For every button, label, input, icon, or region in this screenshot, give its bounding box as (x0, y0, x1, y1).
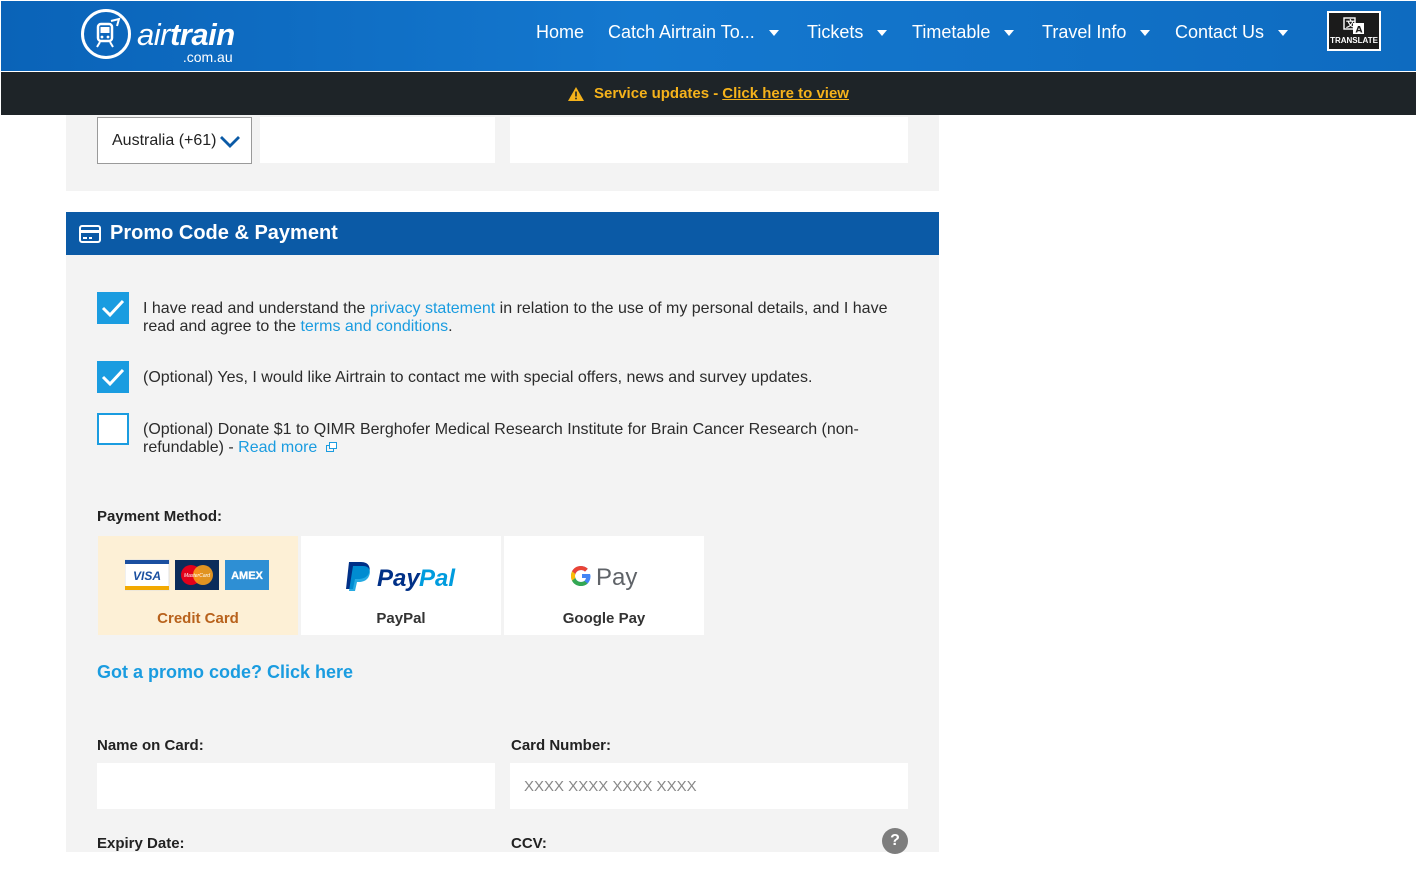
expiry-date-label: Expiry Date: (97, 835, 185, 852)
card-number-placeholder: XXXX XXXX XXXX XXXX (524, 777, 697, 795)
privacy-terms-checkbox[interactable] (97, 292, 129, 324)
terms-conditions-link[interactable]: terms and conditions (300, 318, 448, 335)
consent-text-after: . (448, 317, 453, 335)
nav-timetable-label: Timetable (912, 22, 991, 42)
nav-timetable[interactable]: Timetable (912, 22, 1015, 43)
payment-option-google-pay[interactable]: Pay Google Pay (504, 536, 704, 635)
translate-button[interactable]: 文 A TRANSLATE (1327, 11, 1381, 51)
translate-label: TRANSLATE (1330, 36, 1378, 45)
marketing-optin-checkbox[interactable] (97, 361, 129, 393)
checkmark-icon (101, 299, 125, 318)
donation-text: (Optional) Donate $1 to QIMR Berghofer M… (143, 421, 893, 456)
gpay-text: Pay (596, 564, 637, 591)
checkmark-icon (101, 368, 125, 387)
caret-down-icon (1004, 29, 1015, 36)
airtrain-logo[interactable]: airtrain .com.au (81, 6, 235, 64)
nav-contact-us-label: Contact Us (1175, 22, 1265, 42)
ccv-label: CCV: (511, 835, 547, 852)
section-title: Promo Code & Payment (110, 222, 338, 244)
caret-down-icon (1140, 29, 1151, 36)
phone-number-input[interactable] (260, 117, 495, 163)
service-alert-bar: Service updates - Click here to view (1, 72, 1416, 115)
marketing-optin-text: (Optional) Yes, I would like Airtrain to… (143, 369, 813, 386)
card-number-label: Card Number: (511, 737, 612, 754)
nav-catch-airtrain-label: Catch Airtrain To... (608, 22, 755, 42)
ccv-help-icon[interactable]: ? (882, 828, 908, 854)
privacy-terms-text: I have read and understand the privacy s… (143, 300, 893, 335)
payment-method-label: Payment Method: (97, 508, 223, 525)
name-on-card-input[interactable] (97, 763, 495, 809)
card-number-input[interactable]: XXXX XXXX XXXX XXXX (510, 763, 908, 809)
train-logo-icon (81, 9, 131, 59)
caret-down-icon (877, 29, 888, 36)
svg-text:VISA: VISA (133, 569, 161, 583)
nav-travel-info-label: Travel Info (1042, 22, 1127, 42)
google-pay-label: Google Pay (562, 610, 646, 627)
alert-text: Service updates - (594, 85, 719, 102)
svg-text:MasterCard: MasterCard (184, 573, 210, 579)
svg-text:AMEX: AMEX (231, 570, 263, 582)
paypal-text-b: Pal (419, 565, 456, 592)
credit-card-label: Credit Card (157, 610, 239, 627)
nav-tickets-label: Tickets (807, 22, 864, 42)
privacy-statement-link[interactable]: privacy statement (370, 300, 495, 317)
name-on-card-label: Name on Card: (97, 737, 204, 754)
nav-home[interactable]: Home (536, 22, 584, 43)
contact-field-input[interactable] (510, 117, 908, 163)
country-code-select[interactable]: Australia (+61) (97, 117, 252, 164)
consent-text-before: I have read and understand the (143, 300, 370, 317)
svg-text:A: A (1356, 26, 1363, 36)
logo-text-bold: train (169, 16, 235, 52)
payment-option-credit-card[interactable]: VISA MasterCard AMEX Credit Card (98, 536, 298, 635)
chevron-down-icon (220, 136, 240, 148)
caret-down-icon (1278, 29, 1289, 36)
logo-subtext: .com.au (182, 48, 233, 65)
promo-code-link[interactable]: Got a promo code? Click here (97, 662, 353, 683)
card-brands-icon: VISA MasterCard AMEX (125, 559, 269, 591)
google-pay-logo-icon: Pay (571, 564, 637, 591)
paypal-label: PayPal (376, 610, 426, 627)
nav-travel-info[interactable]: Travel Info (1042, 22, 1151, 43)
country-code-value: Australia (+61) (112, 131, 217, 149)
donation-checkbox[interactable] (97, 413, 129, 445)
caret-down-icon (768, 29, 779, 36)
site-header: airtrain .com.au Home Catch Airtrain To.… (1, 1, 1416, 71)
paypal-text-a: Pay (377, 565, 421, 592)
read-more-link[interactable]: Read more (238, 439, 317, 456)
nav-catch-airtrain[interactable]: Catch Airtrain To... (608, 22, 779, 43)
nav-home-label: Home (536, 22, 585, 42)
external-link-icon (325, 441, 337, 452)
credit-card-icon (79, 224, 101, 243)
logo-wordmark: airtrain .com.au (137, 16, 235, 64)
panel-divider (66, 191, 939, 212)
promo-payment-section-header: Promo Code & Payment (66, 212, 939, 255)
paypal-logo-icon: Pay Pal (346, 562, 456, 592)
logo-text-light: air (137, 16, 170, 52)
alert-link[interactable]: Click here to view (722, 85, 849, 102)
warning-icon (568, 86, 585, 101)
payment-option-paypal[interactable]: Pay Pal PayPal (301, 536, 501, 635)
nav-contact-us[interactable]: Contact Us (1175, 22, 1289, 43)
translate-icon: 文 A (1343, 17, 1364, 36)
nav-tickets[interactable]: Tickets (807, 22, 888, 43)
